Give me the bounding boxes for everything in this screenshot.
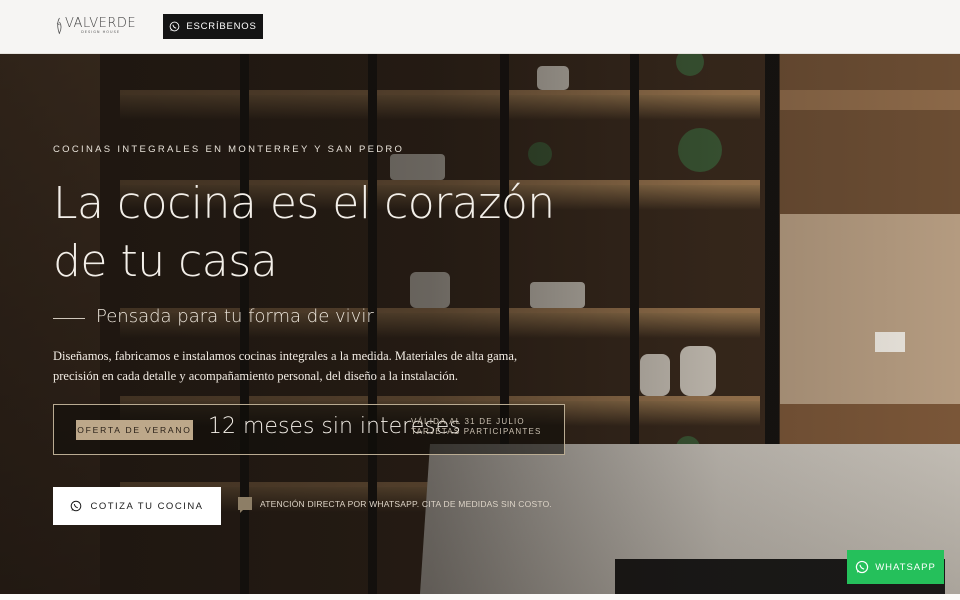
brand-logo[interactable]: VALVERDE DESIGN HOUSE: [55, 17, 136, 37]
subtitle-divider: [53, 318, 85, 319]
attention-note: ATENCIÓN DIRECTA POR WHATSAPP. CITA DE M…: [238, 497, 552, 513]
attention-text: ATENCIÓN DIRECTA POR WHATSAPP. CITA DE M…: [260, 498, 552, 509]
offer-conditions: VÁLIDA AL 31 DE JULIO TARJETAS PARTICIPA…: [411, 417, 542, 437]
whatsapp-icon: [856, 560, 869, 574]
cotiza-tu-cocina-button[interactable]: COTIZA TU COCINA: [53, 487, 221, 525]
logo-leaf-icon: [56, 17, 62, 35]
chat-bubble-icon: [238, 497, 252, 513]
escribenos-label: ESCRÍBENOS: [186, 21, 257, 32]
floating-whatsapp-button[interactable]: WHATSAPP: [847, 550, 944, 584]
whatsapp-icon: [71, 500, 82, 512]
whatsapp-icon: [169, 21, 180, 32]
site-header: VALVERDE DESIGN HOUSE ESCRÍBENOS: [0, 0, 960, 54]
offer-cards: TARJETAS PARTICIPANTES: [411, 427, 542, 436]
hero-title: La cocina es el corazón de tu casa: [53, 178, 555, 287]
cotiza-label: COTIZA TU COCINA: [90, 500, 204, 512]
hero-description: Diseñamos, fabricamos e instalamos cocin…: [53, 349, 518, 383]
hero-subtitle: Pensada para tu forma de vivir: [96, 306, 374, 327]
escribenos-button[interactable]: ESCRÍBENOS: [163, 14, 263, 39]
logo-tagline: DESIGN HOUSE: [81, 30, 121, 34]
offer-badge: OFERTA DE VERANO: [76, 420, 193, 440]
whatsapp-label: WHATSAPP: [875, 561, 936, 573]
summer-offer-banner: OFERTA DE VERANO 12 meses sin intereses …: [53, 404, 565, 455]
logo-name: VALVERDE: [65, 16, 137, 31]
offer-validity: VÁLIDA AL 31 DE JULIO: [411, 417, 525, 426]
hero-eyebrow: COCINAS INTEGRALES EN MONTERREY Y SAN PE…: [53, 144, 405, 155]
bottom-band: [0, 594, 960, 600]
